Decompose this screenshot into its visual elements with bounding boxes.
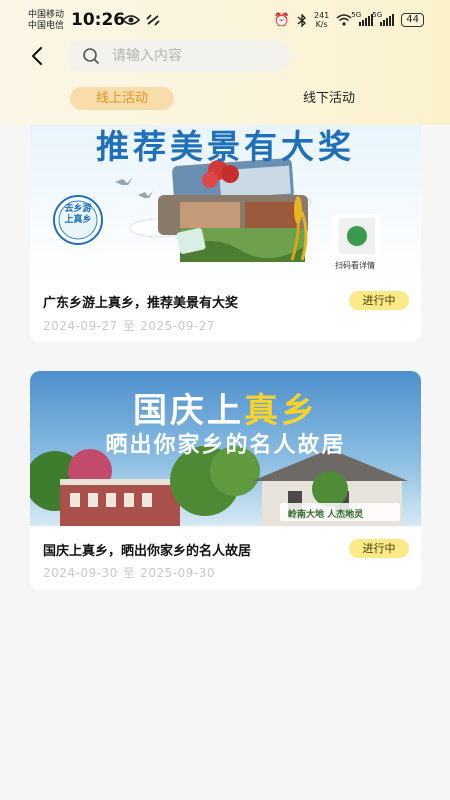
tab-online-activities[interactable]: 线上活动 bbox=[70, 87, 174, 110]
tab-offline-activities[interactable]: 线下活动 bbox=[284, 87, 374, 110]
activity-dates: 2024-09-30 至 2025-09-30 bbox=[43, 564, 215, 581]
alarm-icon: ⏰ bbox=[273, 12, 290, 28]
net-speed-value: 241 bbox=[313, 11, 330, 20]
activity-title: 广东乡游上真乡，推荐美景有大奖 bbox=[43, 296, 239, 311]
start-date: 2024-09-27 bbox=[43, 319, 118, 333]
signal-2-icon: 5G bbox=[372, 11, 395, 26]
activity-card[interactable]: 国庆上真乡 晒出你家乡的名人故居 岭南大地 人杰地灵 国庆上真乡，晒出你家乡的名… bbox=[30, 371, 421, 590]
carrier-1: 中国移动 bbox=[28, 10, 65, 20]
activity-card[interactable]: 推荐美景有大奖 去乡游上真乡 扫码看详情 广东乡游上真乡，推荐美景有大奖 进行中… bbox=[30, 110, 421, 342]
header: 中国移动 中国电信 10:26 ⏰ 241 K/s 5G 5G 44 请输入内容… bbox=[0, 0, 450, 125]
status-badge: 进行中 bbox=[349, 539, 409, 558]
status-bar: 中国移动 中国电信 10:26 ⏰ 241 K/s 5G 5G 44 bbox=[0, 0, 450, 40]
banner-badge: 去乡游上真乡 bbox=[64, 204, 92, 225]
start-date: 2024-09-30 bbox=[43, 566, 118, 580]
status-icons: ⏰ 241 K/s 5G 5G 44 bbox=[274, 11, 424, 29]
activity-banner: 国庆上真乡 晒出你家乡的名人故居 岭南大地 人杰地灵 bbox=[30, 371, 421, 526]
banner-title-prefix: 国庆上 bbox=[133, 391, 244, 431]
battery-indicator: 44 bbox=[401, 13, 424, 27]
net-speed-unit: K/s bbox=[315, 20, 328, 29]
banner-title: 推荐美景有大奖 bbox=[96, 127, 355, 166]
search-icon bbox=[83, 48, 99, 64]
banner-tag: 岭南大地 人杰地灵 bbox=[288, 510, 364, 520]
activity-banner: 推荐美景有大奖 去乡游上真乡 扫码看详情 bbox=[30, 110, 421, 280]
search-bar[interactable] bbox=[66, 40, 291, 72]
carrier-2: 中国电信 bbox=[28, 21, 65, 31]
banner-title-accent: 真乡 bbox=[244, 391, 318, 431]
carrier-info: 中国移动 中国电信 bbox=[28, 10, 64, 32]
net-speed: 241 K/s bbox=[314, 11, 329, 29]
banner-title: 国庆上真乡 bbox=[30, 383, 421, 432]
signal-1-icon: 5G bbox=[351, 11, 374, 26]
end-date: 2025-09-27 bbox=[140, 319, 216, 333]
status-badge: 进行中 bbox=[349, 291, 409, 310]
qr-label: 扫码看详情 bbox=[335, 261, 375, 270]
clock: 10:26 bbox=[71, 10, 126, 30]
signal-1-label: 5G bbox=[351, 11, 362, 19]
date-separator: 至 bbox=[122, 566, 136, 580]
eye-icon bbox=[122, 15, 140, 25]
wifi-icon bbox=[336, 14, 352, 26]
activity-dates: 2024-09-27 至 2025-09-27 bbox=[43, 317, 215, 334]
bluetooth-icon bbox=[297, 13, 306, 27]
search-input[interactable] bbox=[112, 48, 272, 64]
signal-2-label: 5G bbox=[372, 11, 383, 19]
date-separator: 至 bbox=[122, 319, 136, 333]
back-arrow-icon[interactable] bbox=[26, 44, 50, 68]
end-date: 2025-09-30 bbox=[140, 566, 216, 580]
banner-subtitle: 晒出你家乡的名人故居 bbox=[105, 432, 346, 458]
link-icon bbox=[146, 14, 160, 26]
activity-title: 国庆上真乡，晒出你家乡的名人故居 bbox=[43, 544, 252, 559]
